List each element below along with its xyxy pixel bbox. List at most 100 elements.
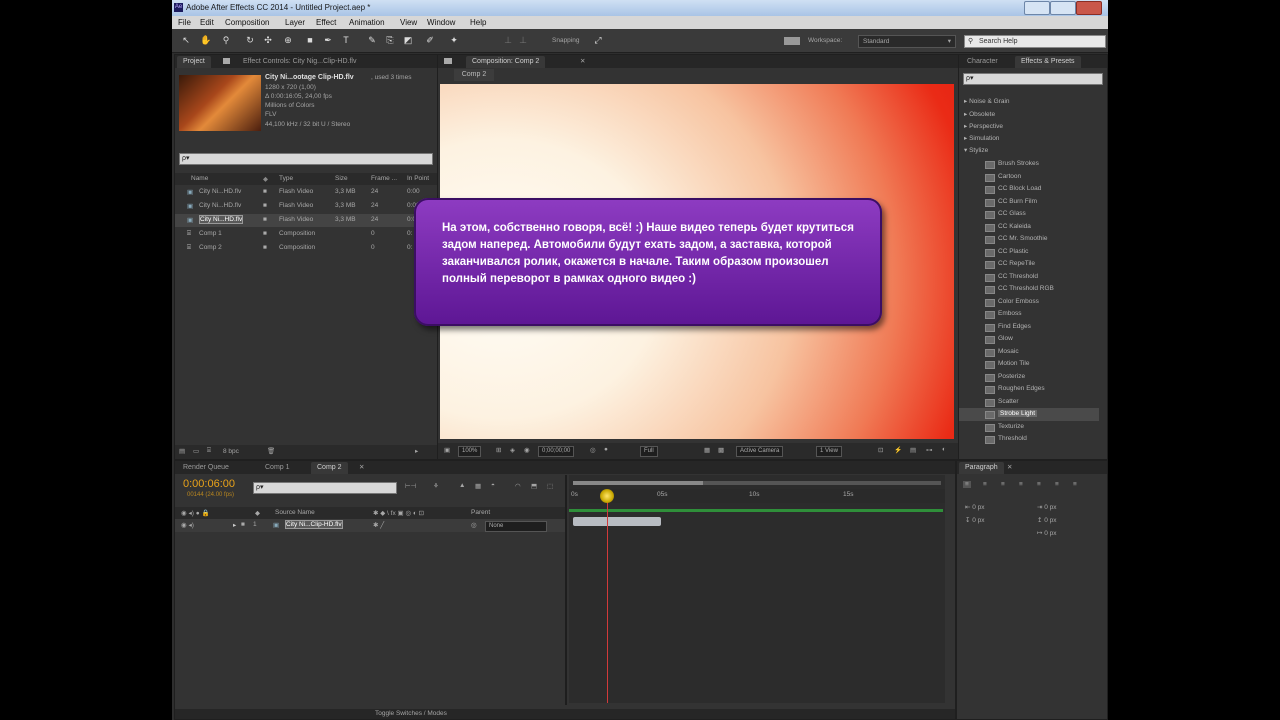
effect-item[interactable]: Cartoon xyxy=(959,171,1099,184)
camera-dropdown[interactable]: Active Camera xyxy=(736,446,784,457)
current-time-display[interactable]: 0;00;00;00 xyxy=(538,446,575,457)
menu-edit[interactable]: Edit xyxy=(200,18,214,27)
effect-item[interactable]: Threshold xyxy=(959,433,1099,446)
tab-comp-2[interactable]: Comp 2 xyxy=(311,462,348,474)
align-center-icon[interactable]: ≡ xyxy=(983,481,987,488)
justify-last-right-icon[interactable]: ≡ xyxy=(1055,481,1059,488)
effect-item[interactable]: Find Edges xyxy=(959,321,1099,334)
camera-tool-icon[interactable]: ✣ xyxy=(262,34,274,46)
flowchart-icon[interactable]: ⊶ xyxy=(926,446,933,454)
effect-item[interactable]: CC Plastic xyxy=(959,246,1099,259)
timeline-icon[interactable]: ▤ xyxy=(910,446,916,454)
tab-project[interactable]: Project xyxy=(177,56,211,68)
scroll-right-icon[interactable]: ▸ xyxy=(415,447,418,455)
effect-item[interactable]: Texturize xyxy=(959,421,1099,434)
effect-item[interactable]: Color Emboss xyxy=(959,296,1099,309)
effects-search-input[interactable]: ρ▾ xyxy=(963,73,1103,85)
work-area-bar[interactable] xyxy=(573,481,941,485)
bpc-label[interactable]: 8 bpc xyxy=(223,448,239,455)
expand-icon[interactable]: ▸ xyxy=(233,521,236,529)
always-preview-icon[interactable]: ▣ xyxy=(444,446,450,454)
parent-dropdown[interactable]: None xyxy=(485,521,547,532)
layer-switches-icon[interactable]: ✱ ╱ xyxy=(373,521,384,529)
tab-character[interactable]: Character xyxy=(961,56,1004,68)
tab-effect-controls[interactable]: Effect Controls: City Nig...Clip-HD.flv xyxy=(237,56,362,68)
puppet-tool-icon[interactable]: ✦ xyxy=(448,34,460,46)
effect-item[interactable]: CC Burn Film xyxy=(959,196,1099,209)
playhead-handle[interactable] xyxy=(600,489,614,503)
composition-mini-flowchart-icon[interactable]: ⊢⊣ xyxy=(405,482,416,490)
effect-item[interactable]: CC Kaleida xyxy=(959,221,1099,234)
project-search-input[interactable]: ρ▾ xyxy=(179,153,433,165)
effect-item[interactable]: Emboss xyxy=(959,308,1099,321)
column-in-point[interactable]: In Point xyxy=(407,175,429,182)
category-simulation[interactable]: ▸ Simulation xyxy=(964,134,999,142)
playhead-line[interactable] xyxy=(607,491,608,703)
close-tab-icon[interactable]: ✕ xyxy=(359,463,364,471)
tab-effects-presets[interactable]: Effects & Presets xyxy=(1015,56,1081,68)
views-dropdown[interactable]: 1 View xyxy=(816,446,842,457)
live-update-icon[interactable]: ⬒ xyxy=(531,482,537,490)
category-obsolete[interactable]: ▸ Obsolete xyxy=(964,110,995,118)
layer-row[interactable]: ◉ ◂) ▸ ■ 1 ▣ City Ni...Clip-HD.flv ✱ ╱ ◎… xyxy=(175,519,565,532)
close-tab-icon[interactable]: ✕ xyxy=(580,57,585,65)
camera-icon[interactable]: ◎ xyxy=(590,446,596,454)
clone-stamp-tool-icon[interactable]: ⎘ xyxy=(384,34,396,46)
axis-mode-icon[interactable]: ⊥ xyxy=(502,34,514,46)
fast-previews-icon[interactable]: ⚡ xyxy=(894,446,902,454)
world-axis-icon[interactable]: ⊥ xyxy=(517,34,529,46)
color-channel-icon[interactable]: ● xyxy=(604,446,608,453)
workspace-dropdown[interactable]: Standard ▾ xyxy=(858,35,956,48)
interpret-footage-icon[interactable]: ▤ xyxy=(179,447,185,455)
effect-item[interactable]: Posterize xyxy=(959,371,1099,384)
project-item-row[interactable]: ⌸ Comp 2 ■ Composition 0 0: xyxy=(175,242,437,255)
comp-subtab[interactable]: Comp 2 xyxy=(454,69,494,81)
project-item-row-selected[interactable]: ▣ City Ni...HD.flv ■ Flash Video 3,3 MB … xyxy=(175,214,437,227)
project-item-row[interactable]: ⌸ Comp 1 ■ Composition 0 0: xyxy=(175,228,437,241)
work-area-range[interactable] xyxy=(573,481,703,485)
region-of-interest-icon[interactable]: ▦ xyxy=(704,446,710,454)
graph-editor-icon[interactable]: ◠ xyxy=(515,482,521,490)
parent-pick-whip-icon[interactable]: ◎ xyxy=(471,521,477,529)
menu-file[interactable]: File xyxy=(178,18,191,27)
mask-tool-icon[interactable]: ■ xyxy=(304,34,316,46)
menu-composition[interactable]: Composition xyxy=(225,18,269,27)
menu-window[interactable]: Window xyxy=(427,18,455,27)
effect-item[interactable]: CC Glass xyxy=(959,208,1099,221)
column-name[interactable]: Name xyxy=(191,175,208,182)
mask-visibility-icon[interactable]: ◈ xyxy=(510,446,515,454)
maximize-button[interactable] xyxy=(1050,1,1076,15)
resolution-dropdown[interactable]: Full xyxy=(640,446,658,457)
align-right-icon[interactable]: ≡ xyxy=(1001,481,1005,488)
indent-left-field[interactable]: ⇤ 0 px xyxy=(965,503,985,511)
space-before-field[interactable]: ↧ 0 px xyxy=(965,516,985,524)
effect-item[interactable]: CC Block Load xyxy=(959,183,1099,196)
close-button[interactable] xyxy=(1076,1,1102,15)
justify-last-left-icon[interactable]: ≡ xyxy=(1019,481,1023,488)
tab-paragraph[interactable]: Paragraph xyxy=(959,462,1004,474)
layer-name[interactable]: City Ni...Clip-HD.flv xyxy=(285,520,343,529)
rotate-tool-icon[interactable]: ↻ xyxy=(244,34,256,46)
draft-3d-icon[interactable]: ⚘ xyxy=(433,482,439,490)
parent-header[interactable]: Parent xyxy=(471,509,490,516)
minimize-button[interactable] xyxy=(1024,1,1050,15)
exposure-icon[interactable]: ◐ xyxy=(942,446,946,453)
hand-tool-icon[interactable]: ✋ xyxy=(200,34,212,46)
category-noise-grain[interactable]: ▸ Noise & Grain xyxy=(964,97,1010,105)
menu-layer[interactable]: Layer xyxy=(285,18,305,27)
tab-composition[interactable]: Composition: Comp 2 xyxy=(466,56,546,68)
effect-item[interactable]: CC Threshold xyxy=(959,271,1099,284)
new-comp-icon[interactable]: ⌸ xyxy=(207,447,211,455)
justify-last-center-icon[interactable]: ≡ xyxy=(1037,481,1041,488)
column-type[interactable]: Type xyxy=(279,175,293,182)
first-line-indent-field[interactable]: ↦ 0 px xyxy=(1037,529,1057,537)
effect-item[interactable]: CC Mr. Smoothie xyxy=(959,233,1099,246)
time-ruler[interactable]: 0s 05s 10s 15s xyxy=(569,489,945,503)
effect-item[interactable]: CC RepeTile xyxy=(959,258,1099,271)
current-time[interactable]: 0:00:06:00 xyxy=(183,478,235,490)
snapping-toggle-icon[interactable]: ⤢ xyxy=(592,34,604,46)
eraser-tool-icon[interactable]: ◩ xyxy=(402,34,414,46)
effect-item[interactable]: Brush Strokes xyxy=(959,158,1099,171)
close-tab-icon[interactable]: ✕ xyxy=(1007,463,1012,471)
source-name-header[interactable]: Source Name xyxy=(275,509,315,516)
